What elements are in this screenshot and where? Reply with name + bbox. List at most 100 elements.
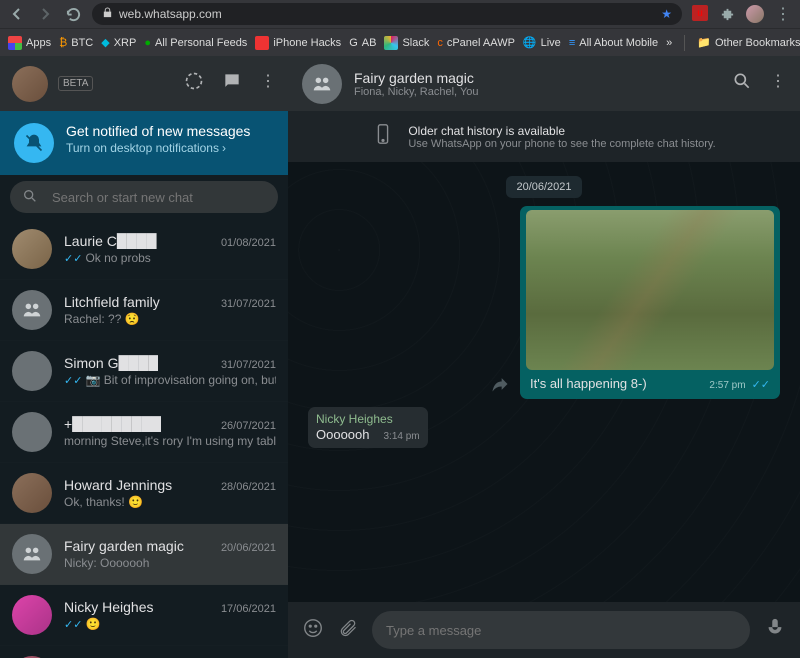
new-chat-icon[interactable] <box>222 71 242 96</box>
search-icon <box>22 188 38 207</box>
compose-input-wrapper[interactable] <box>372 611 750 649</box>
message-caption: It's all happening 8-) <box>530 376 703 391</box>
chat-name: Litchfield family <box>64 294 160 310</box>
outgoing-message[interactable]: It's all happening 8-) 2:57 pm ✓✓ <box>520 206 780 399</box>
chat-name: Simon G████ <box>64 355 158 371</box>
back-icon[interactable] <box>8 5 26 23</box>
notification-banner[interactable]: Get notified of new messages Turn on des… <box>0 111 288 175</box>
message-body: Ooooooh <box>316 427 370 442</box>
bookmark-xrp[interactable]: ◆XRP <box>101 36 136 49</box>
chat-item[interactable]: Fairy garden magic 20/06/2021 Nicky: Ooooo… <box>0 524 288 585</box>
extensions-icon[interactable] <box>718 5 736 23</box>
menu-icon[interactable]: ⋮ <box>260 71 276 96</box>
history-banner: Older chat history is available Use What… <box>288 111 800 162</box>
search-box[interactable] <box>10 181 278 213</box>
chat-item[interactable]: Howard Jennings 28/06/2021 Ok, thanks! 🙂 <box>0 463 288 524</box>
chat-preview: ✓✓Ok no probs <box>64 251 276 265</box>
kebab-icon[interactable]: ⋮ <box>774 5 792 23</box>
chat-name: Nicky Heighes <box>64 599 153 615</box>
chat-menu-icon[interactable]: ⋮ <box>770 71 786 96</box>
chat-date: 20/06/2021 <box>221 542 276 554</box>
chat-name: Fairy garden magic <box>64 538 184 554</box>
chat-date: 31/07/2021 <box>221 298 276 310</box>
chat-title: Fairy garden magic <box>354 70 479 86</box>
chat-date: 26/07/2021 <box>221 420 276 432</box>
compose-input[interactable] <box>386 623 736 638</box>
forward-icon[interactable] <box>490 374 510 399</box>
apps-button[interactable]: Apps <box>8 36 51 50</box>
bookmark-ab[interactable]: GAB <box>349 37 376 49</box>
status-icon[interactable] <box>184 71 204 96</box>
bookmark-live[interactable]: 🌐Live <box>523 36 561 49</box>
other-bookmarks[interactable]: 📁Other Bookmarks <box>697 36 800 49</box>
chat-preview: ✓✓📷 Bit of improvisation going on, but w… <box>64 373 276 387</box>
chat-item[interactable]: Simon G████ 31/07/2021 ✓✓📷 Bit of improvis… <box>0 341 288 402</box>
notif-title: Get notified of new messages <box>66 123 250 139</box>
chat-name: Laurie C████ <box>64 233 157 249</box>
user-avatar <box>12 229 52 269</box>
bookmark-slack[interactable]: Slack <box>384 36 429 50</box>
group-avatar <box>12 290 52 330</box>
conversation[interactable]: 20/06/2021 It's all happening 8-) 2:57 p… <box>288 162 800 602</box>
chat-name: Howard Jennings <box>64 477 172 493</box>
chat-item[interactable]: Laurie C████ 01/08/2021 ✓✓Ok no probs <box>0 219 288 280</box>
bookmark-more[interactable]: » <box>666 37 672 49</box>
ticks-icon: ✓✓ <box>64 252 82 265</box>
search-row <box>0 175 288 219</box>
mic-icon[interactable] <box>764 617 786 644</box>
chevron-right-icon: › <box>222 141 226 155</box>
user-avatar <box>12 473 52 513</box>
reload-icon[interactable] <box>64 5 82 23</box>
lock-icon <box>102 7 113 21</box>
message-time: 3:14 pm <box>384 431 420 442</box>
bookmarks-bar: Apps ₿BTC ◆XRP ●All Personal Feeds iPhon… <box>0 28 800 56</box>
bookmark-feeds[interactable]: ●All Personal Feeds <box>144 37 247 49</box>
history-title: Older chat history is available <box>408 124 715 138</box>
read-ticks-icon: ✓✓ <box>752 378 770 391</box>
ticks-icon: ✓✓ <box>64 618 82 631</box>
chat-participants: Fiona, Nicky, Rachel, You <box>354 86 479 98</box>
chat-item[interactable]: Bethany ████10/06/2021have managed to fi… <box>0 646 288 658</box>
url-bar[interactable]: web.whatsapp.com ★ <box>92 3 682 25</box>
chat-date: 31/07/2021 <box>221 359 276 371</box>
bell-off-icon <box>14 123 54 163</box>
chat-list[interactable]: Laurie C████ 01/08/2021 ✓✓Ok no probs Litch… <box>0 219 288 658</box>
ublock-icon[interactable]: u <box>692 5 708 21</box>
history-sub: Use WhatsApp on your phone to see the co… <box>408 138 715 150</box>
chat-item[interactable]: Litchfield family31/07/2021Rachel: ?? 😟 <box>0 280 288 341</box>
chat-date: 28/06/2021 <box>221 481 276 493</box>
bookmark-cpanel[interactable]: ccPanel AAWP <box>437 37 515 49</box>
chat-item[interactable]: +█████████26/07/2021morning Steve,it's r… <box>0 402 288 463</box>
profile-avatar[interactable] <box>746 5 764 23</box>
beta-badge: BETA <box>58 76 93 91</box>
forward-icon[interactable] <box>36 5 54 23</box>
user-avatar <box>12 595 52 635</box>
search-input[interactable] <box>52 190 266 205</box>
chat-preview: morning Steve,it's rory I'm using my tab… <box>64 434 276 448</box>
date-pill: 20/06/2021 <box>506 176 581 198</box>
main-panel: Fairy garden magic Fiona, Nicky, Rachel,… <box>288 56 800 658</box>
ticks-icon: ✓✓ <box>64 374 82 387</box>
chat-preview: ✓✓🙂 <box>64 617 276 631</box>
chat-preview: Nicky: Ooooooh <box>64 556 276 570</box>
emoji-icon[interactable] <box>302 617 324 644</box>
search-chat-icon[interactable] <box>732 71 752 96</box>
star-icon[interactable]: ★ <box>661 7 672 21</box>
user-avatar <box>12 351 52 391</box>
browser-toolbar: web.whatsapp.com ★ u ⋮ <box>0 0 800 28</box>
chat-date: 17/06/2021 <box>221 603 276 615</box>
bookmark-mobile[interactable]: ≡All About Mobile <box>569 37 658 49</box>
message-image[interactable] <box>526 210 774 370</box>
incoming-message[interactable]: Nicky Heighes Ooooooh 3:14 pm <box>308 407 428 448</box>
chat-header: Fairy garden magic Fiona, Nicky, Rachel,… <box>288 56 800 111</box>
bookmark-btc[interactable]: ₿BTC <box>59 37 93 49</box>
chat-preview: Ok, thanks! 🙂 <box>64 495 276 509</box>
my-avatar[interactable] <box>12 66 48 102</box>
bookmark-iphone[interactable]: iPhone Hacks <box>255 36 341 50</box>
chat-date: 01/08/2021 <box>221 237 276 249</box>
user-avatar <box>12 412 52 452</box>
message-time: 2:57 pm <box>709 380 745 391</box>
attach-icon[interactable] <box>338 618 358 643</box>
chat-item[interactable]: Nicky Heighes 17/06/2021 ✓✓🙂 <box>0 585 288 646</box>
chat-avatar[interactable] <box>302 64 342 104</box>
